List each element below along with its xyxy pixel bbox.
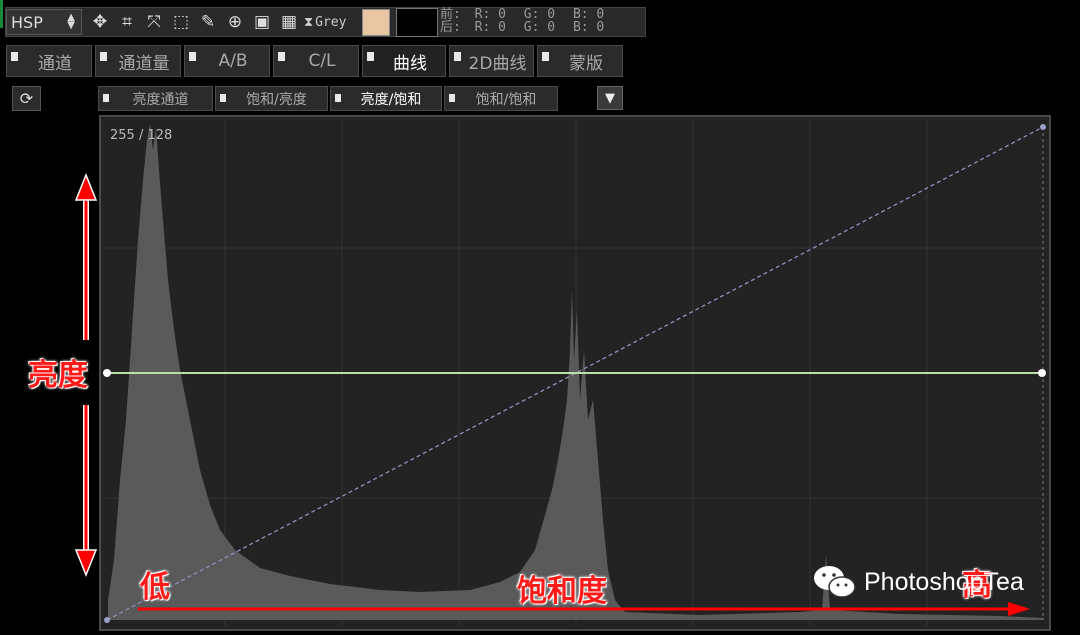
- annotation-brightness: 亮度: [28, 358, 88, 393]
- annotation-saturation: 饱和度: [517, 574, 607, 609]
- diagonal-point-top: [1040, 124, 1046, 130]
- wechat-icon: [814, 566, 856, 598]
- curve-point-right[interactable]: [1038, 369, 1046, 377]
- diagonal-point-bottom: [104, 617, 110, 623]
- watermark-text: PhotoshopTea: [864, 567, 1024, 596]
- graph-readout: 255 / 128: [110, 128, 173, 143]
- watermark: PhotoshopTea: [812, 562, 1024, 602]
- curve-point-left[interactable]: [103, 369, 111, 377]
- curve-graph[interactable]: [0, 0, 1080, 635]
- annotation-low: 低: [140, 570, 170, 605]
